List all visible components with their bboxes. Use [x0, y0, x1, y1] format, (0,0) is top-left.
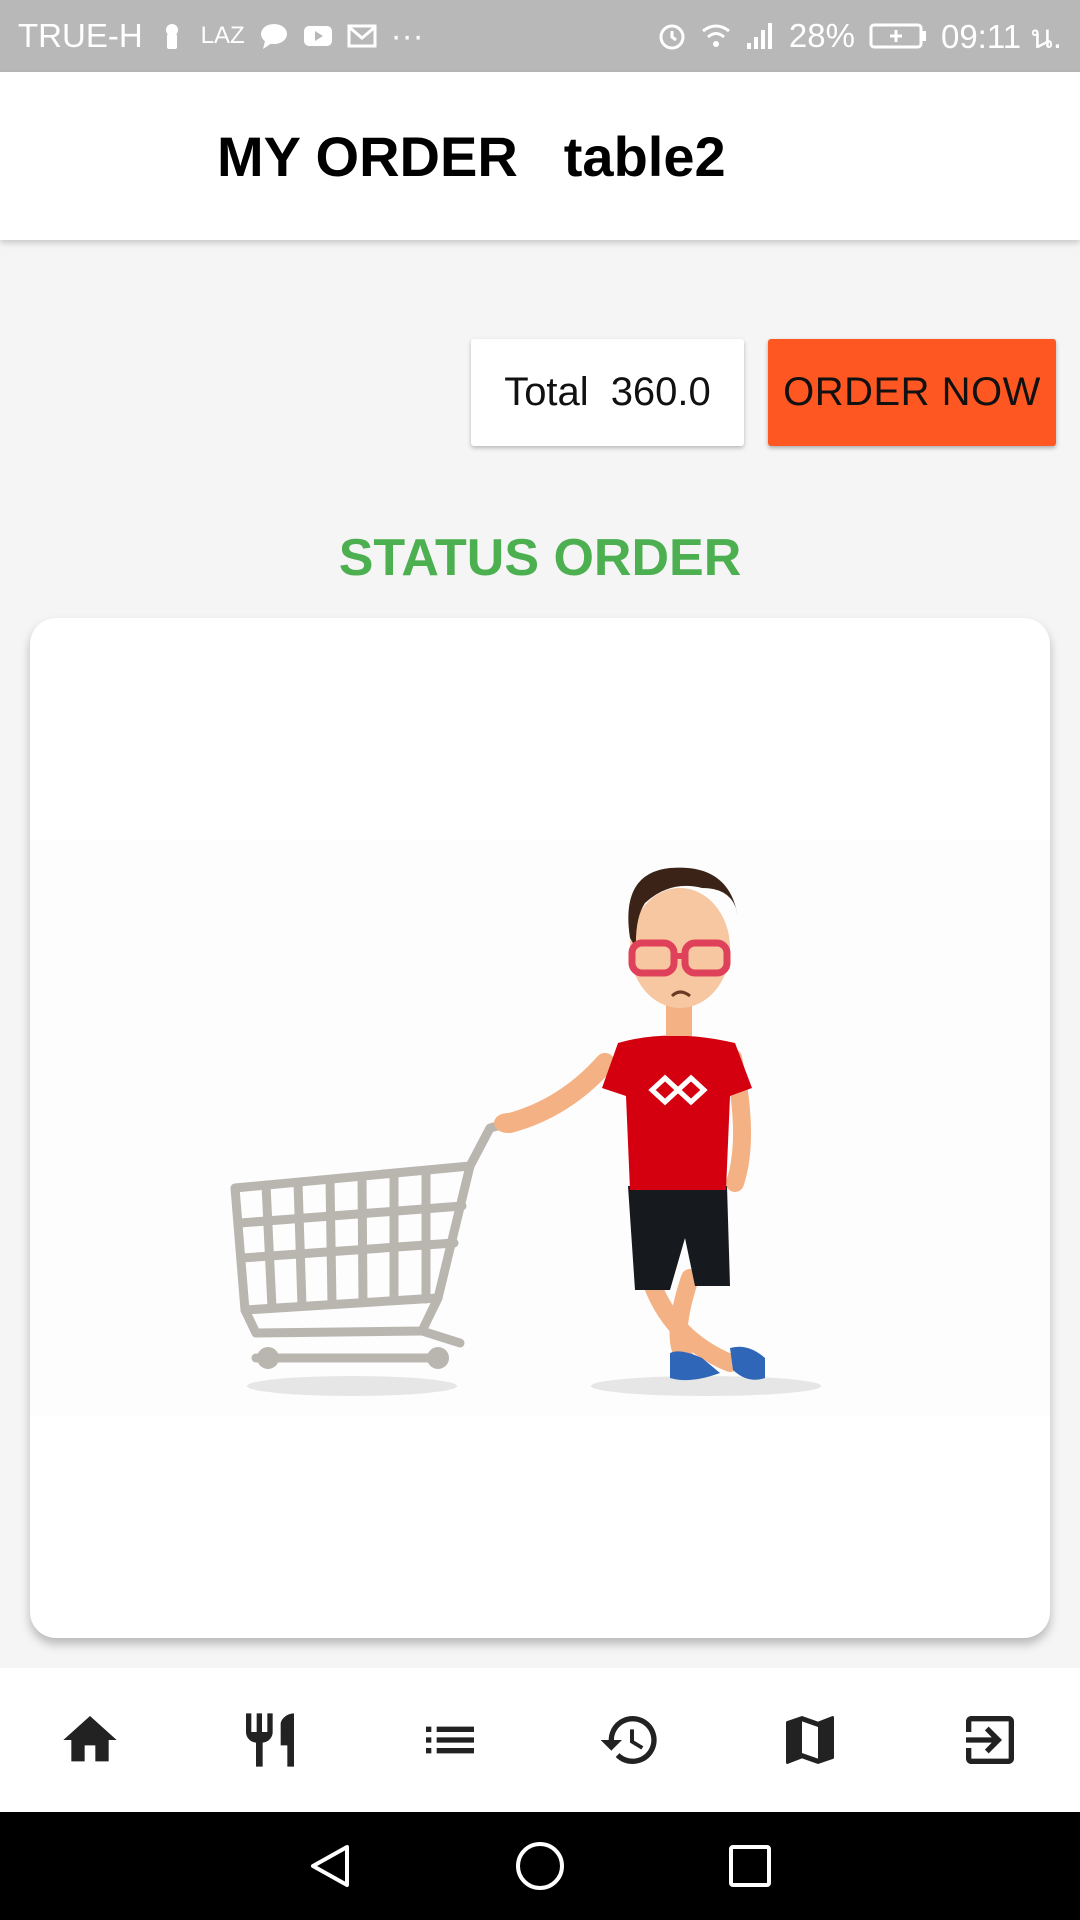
- list-icon: [426, 1726, 474, 1754]
- mail-icon: [347, 24, 377, 48]
- page-title: MY ORDER table2: [217, 124, 726, 189]
- nav-list[interactable]: [390, 1680, 510, 1800]
- clock: 09:11 น.: [940, 17, 1062, 55]
- youtube-icon: [303, 26, 332, 46]
- nav-logout[interactable]: [930, 1680, 1050, 1800]
- battery-charging-icon: [869, 23, 926, 49]
- total-value: 360.0: [610, 370, 711, 414]
- nav-home[interactable]: [30, 1680, 150, 1800]
- signal-icon: [746, 23, 772, 49]
- recents-button[interactable]: [720, 1836, 780, 1896]
- chat-icon: [260, 24, 287, 49]
- table-label: table2: [563, 125, 726, 188]
- restaurant-menu-icon: [246, 1713, 294, 1767]
- total-box: Total 360.0: [471, 339, 744, 446]
- title-label: MY ORDER: [217, 125, 518, 188]
- app-bar: MY ORDER table2: [0, 72, 1080, 240]
- map-icon: [786, 1716, 834, 1764]
- home-icon: [63, 1716, 117, 1762]
- lazada-badge: LAZ: [200, 22, 245, 49]
- nav-history[interactable]: [570, 1680, 690, 1800]
- status-bar: TRUE-H LAZ ··· 28% 09:11 น.: [0, 0, 1080, 72]
- nav-menu[interactable]: [210, 1680, 330, 1800]
- empty-cart-illustration: [230, 867, 821, 1396]
- nav-map[interactable]: [750, 1680, 870, 1800]
- exit-icon: [966, 1716, 1014, 1764]
- back-button[interactable]: [300, 1836, 360, 1896]
- bottom-navigation: [0, 1668, 1080, 1812]
- status-order-title: STATUS ORDER: [338, 529, 742, 587]
- battery-percent: 28%: [788, 17, 855, 54]
- total-label: Total: [504, 370, 589, 414]
- alarm-icon: [659, 24, 685, 50]
- back-icon: [311, 1845, 349, 1887]
- system-navigation-bar: [0, 1812, 1080, 1920]
- recents-icon: [729, 1845, 771, 1887]
- history-icon: [600, 1716, 657, 1764]
- status-bar-left: TRUE-H LAZ ···: [18, 17, 424, 55]
- keyhole-icon: [165, 24, 178, 49]
- status-bar-right: 28% 09:11 น.: [657, 10, 1062, 63]
- wifi-icon: [701, 24, 730, 47]
- status-card: [30, 618, 1050, 1638]
- order-now-button[interactable]: ORDER NOW: [768, 339, 1056, 446]
- home-button[interactable]: [510, 1836, 570, 1896]
- more-notifications: ···: [390, 17, 424, 54]
- carrier-label: TRUE-H: [18, 17, 143, 54]
- home-circle-icon: [516, 1842, 564, 1890]
